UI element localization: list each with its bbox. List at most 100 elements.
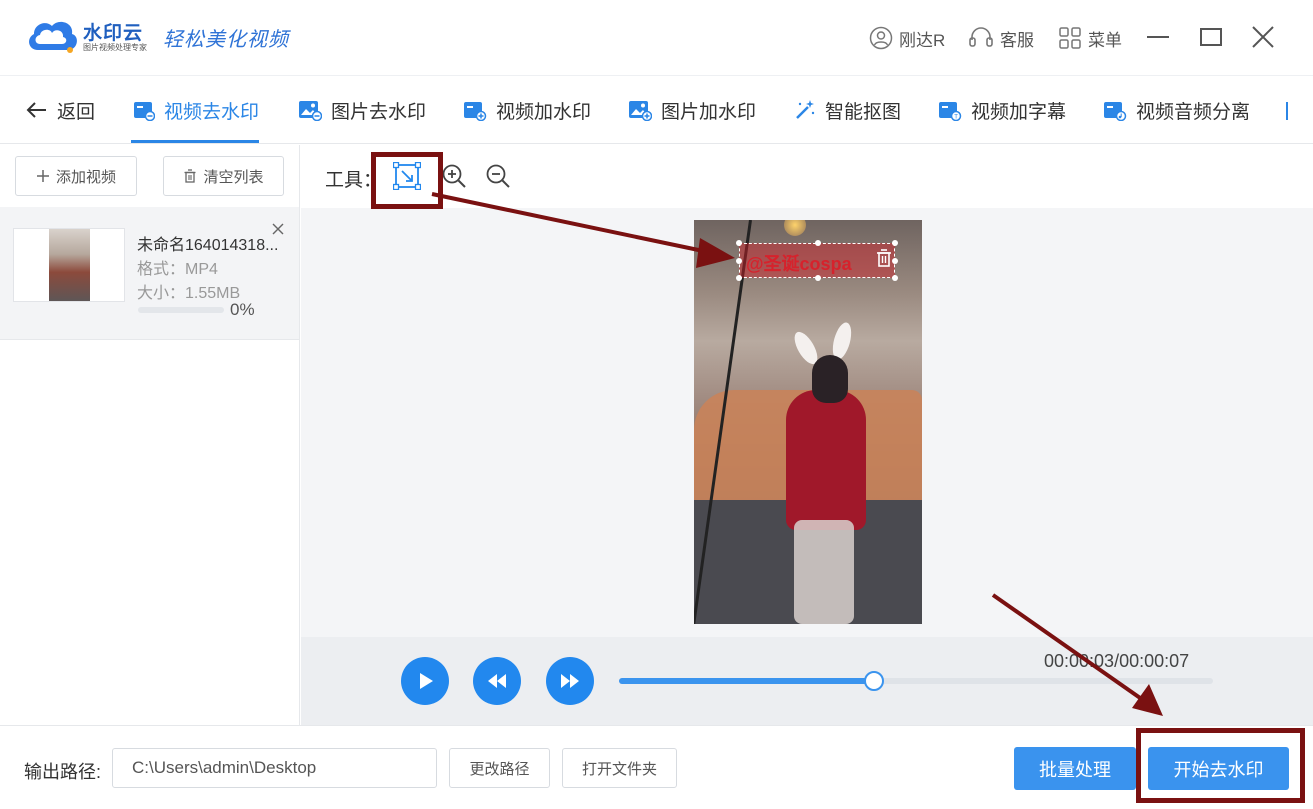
video-add-icon bbox=[464, 102, 487, 121]
user-account[interactable]: 刚达R bbox=[869, 24, 945, 52]
tab-label: 智能抠图 bbox=[825, 101, 902, 123]
tab-video-add-watermark[interactable]: 视频加水印 bbox=[463, 96, 591, 124]
tab-label: 图片去水印 bbox=[331, 101, 427, 123]
file-list-item[interactable]: 未命名164014318... 格式：MP4 大小：1.55MB 0% bbox=[0, 207, 299, 340]
video-preview-area: @圣诞cospa bbox=[301, 208, 1313, 637]
video-thumbnail bbox=[13, 228, 125, 302]
minimize-button[interactable] bbox=[1143, 22, 1173, 52]
tab-video-subtitle[interactable]: T 视频加字幕 bbox=[938, 96, 1066, 124]
user-icon bbox=[869, 26, 893, 50]
batch-process-button[interactable]: 批量处理 bbox=[1014, 747, 1136, 790]
zoom-in-icon bbox=[442, 164, 466, 188]
play-button[interactable] bbox=[401, 657, 449, 705]
resize-handle[interactable] bbox=[736, 240, 742, 246]
trash-icon bbox=[877, 249, 891, 267]
menu-button[interactable]: 菜单 bbox=[1058, 24, 1122, 52]
video-audio-icon bbox=[1104, 102, 1127, 121]
active-tab-indicator bbox=[131, 140, 259, 143]
video-thumbnail-image bbox=[49, 229, 90, 301]
resize-handle[interactable] bbox=[815, 240, 821, 246]
file-progress-bar bbox=[138, 307, 224, 313]
resize-handle[interactable] bbox=[892, 275, 898, 281]
video-scene-figure bbox=[786, 390, 866, 530]
tab-image-add-watermark[interactable]: 图片加水印 bbox=[628, 96, 756, 124]
resize-handle[interactable] bbox=[736, 258, 742, 264]
brand-subtitle: 图片视频处理专家 bbox=[83, 43, 147, 52]
add-video-button[interactable]: 添加视频 bbox=[15, 156, 137, 196]
output-path-label: 输出路径: bbox=[24, 762, 102, 782]
minimize-icon bbox=[1147, 36, 1169, 38]
tab-label: 图片加水印 bbox=[661, 101, 757, 123]
fast-forward-icon bbox=[561, 674, 579, 688]
zoom-out-button[interactable] bbox=[484, 162, 512, 190]
video-frame[interactable]: @圣诞cospa bbox=[694, 220, 922, 624]
seek-bar-fill bbox=[619, 678, 874, 684]
title-bar: 水印云 图片视频处理专家 轻松美化视频 刚达R 客服 菜单 bbox=[0, 0, 1313, 76]
tab-label: 视频加字幕 bbox=[971, 101, 1067, 123]
video-scene-lamp bbox=[784, 220, 806, 236]
fast-forward-button[interactable] bbox=[546, 657, 594, 705]
clear-list-label: 清空列表 bbox=[203, 168, 264, 186]
customer-service-button[interactable]: 客服 bbox=[968, 24, 1034, 52]
feature-nav: 返回 视频去水印 图片去水印 视频加水印 图片加水印 智能抠图 T 视频加字幕 … bbox=[0, 76, 1313, 144]
tab-video-remove-watermark[interactable]: 视频去水印 bbox=[133, 96, 259, 124]
back-button[interactable]: 返回 bbox=[26, 96, 95, 124]
brand-slogan: 轻松美化视频 bbox=[163, 27, 289, 51]
seek-handle[interactable] bbox=[863, 671, 884, 691]
tab-label: 视频加水印 bbox=[496, 101, 592, 123]
playback-time: 00:00:03/00:00:07 bbox=[1044, 651, 1190, 671]
annotation-highlight-box bbox=[371, 152, 443, 209]
file-list-panel: 添加视频 清空列表 未命名164014318... 格式：MP4 大小：1.55… bbox=[0, 145, 300, 725]
resize-handle[interactable] bbox=[892, 240, 898, 246]
clear-list-button[interactable]: 清空列表 bbox=[163, 156, 284, 196]
video-scene-head bbox=[812, 355, 848, 403]
add-video-label: 添加视频 bbox=[55, 168, 116, 186]
brand-name: 水印云 bbox=[83, 23, 144, 44]
tab-smart-cutout[interactable]: 智能抠图 bbox=[794, 96, 901, 124]
remove-file-button[interactable] bbox=[270, 221, 286, 242]
headset-icon bbox=[969, 27, 993, 47]
tab-label: 视频去水印 bbox=[164, 101, 260, 123]
resize-handle[interactable] bbox=[892, 258, 898, 264]
tools-bar: 工具： bbox=[301, 145, 1313, 208]
customer-service-label: 客服 bbox=[1000, 30, 1034, 50]
file-format: 格式：MP4 bbox=[137, 261, 218, 278]
rewind-button[interactable] bbox=[473, 657, 521, 705]
nav-overflow-indicator bbox=[1286, 102, 1288, 120]
delete-selection-button[interactable] bbox=[876, 248, 892, 273]
video-icon bbox=[134, 102, 155, 121]
image-icon bbox=[299, 101, 322, 121]
video-subtitle-icon: T bbox=[939, 102, 962, 121]
watermark-text: @圣诞cospa bbox=[746, 254, 852, 274]
grid-menu-icon bbox=[1059, 27, 1081, 49]
magic-wand-icon bbox=[796, 100, 815, 119]
tab-video-audio-separate[interactable]: 视频音频分离 bbox=[1103, 96, 1250, 124]
resize-handle[interactable] bbox=[736, 275, 742, 281]
close-icon bbox=[1252, 26, 1274, 48]
player-controls: 00:00:03/00:00:07 bbox=[301, 637, 1313, 725]
rewind-icon bbox=[488, 674, 506, 688]
watermark-selection-box[interactable]: @圣诞cospa bbox=[736, 240, 898, 281]
change-path-button[interactable]: 更改路径 bbox=[449, 748, 550, 788]
arrow-left-icon bbox=[26, 102, 46, 118]
svg-text:T: T bbox=[954, 115, 958, 121]
image-add-icon bbox=[629, 101, 652, 121]
open-folder-button[interactable]: 打开文件夹 bbox=[562, 748, 677, 788]
zoom-in-button[interactable] bbox=[440, 162, 468, 190]
plus-icon bbox=[36, 170, 49, 182]
cloud-logo-icon bbox=[29, 21, 77, 53]
close-button[interactable] bbox=[1248, 22, 1278, 52]
file-name: 未命名164014318... bbox=[137, 237, 279, 254]
seek-bar[interactable] bbox=[619, 671, 1213, 691]
output-bar: 输出路径: 更改路径 打开文件夹 批量处理 开始去水印 bbox=[0, 725, 1313, 809]
file-progress-text: 0% bbox=[230, 300, 255, 319]
output-path-field[interactable] bbox=[112, 748, 437, 788]
maximize-button[interactable] bbox=[1196, 22, 1226, 52]
tab-label: 视频音频分离 bbox=[1136, 101, 1251, 123]
tab-image-remove-watermark[interactable]: 图片去水印 bbox=[298, 96, 426, 124]
trash-icon bbox=[184, 169, 196, 183]
play-icon bbox=[420, 673, 433, 689]
video-scene-legs bbox=[794, 520, 854, 624]
menu-label: 菜单 bbox=[1088, 30, 1122, 50]
annotation-highlight-box bbox=[1136, 728, 1305, 803]
